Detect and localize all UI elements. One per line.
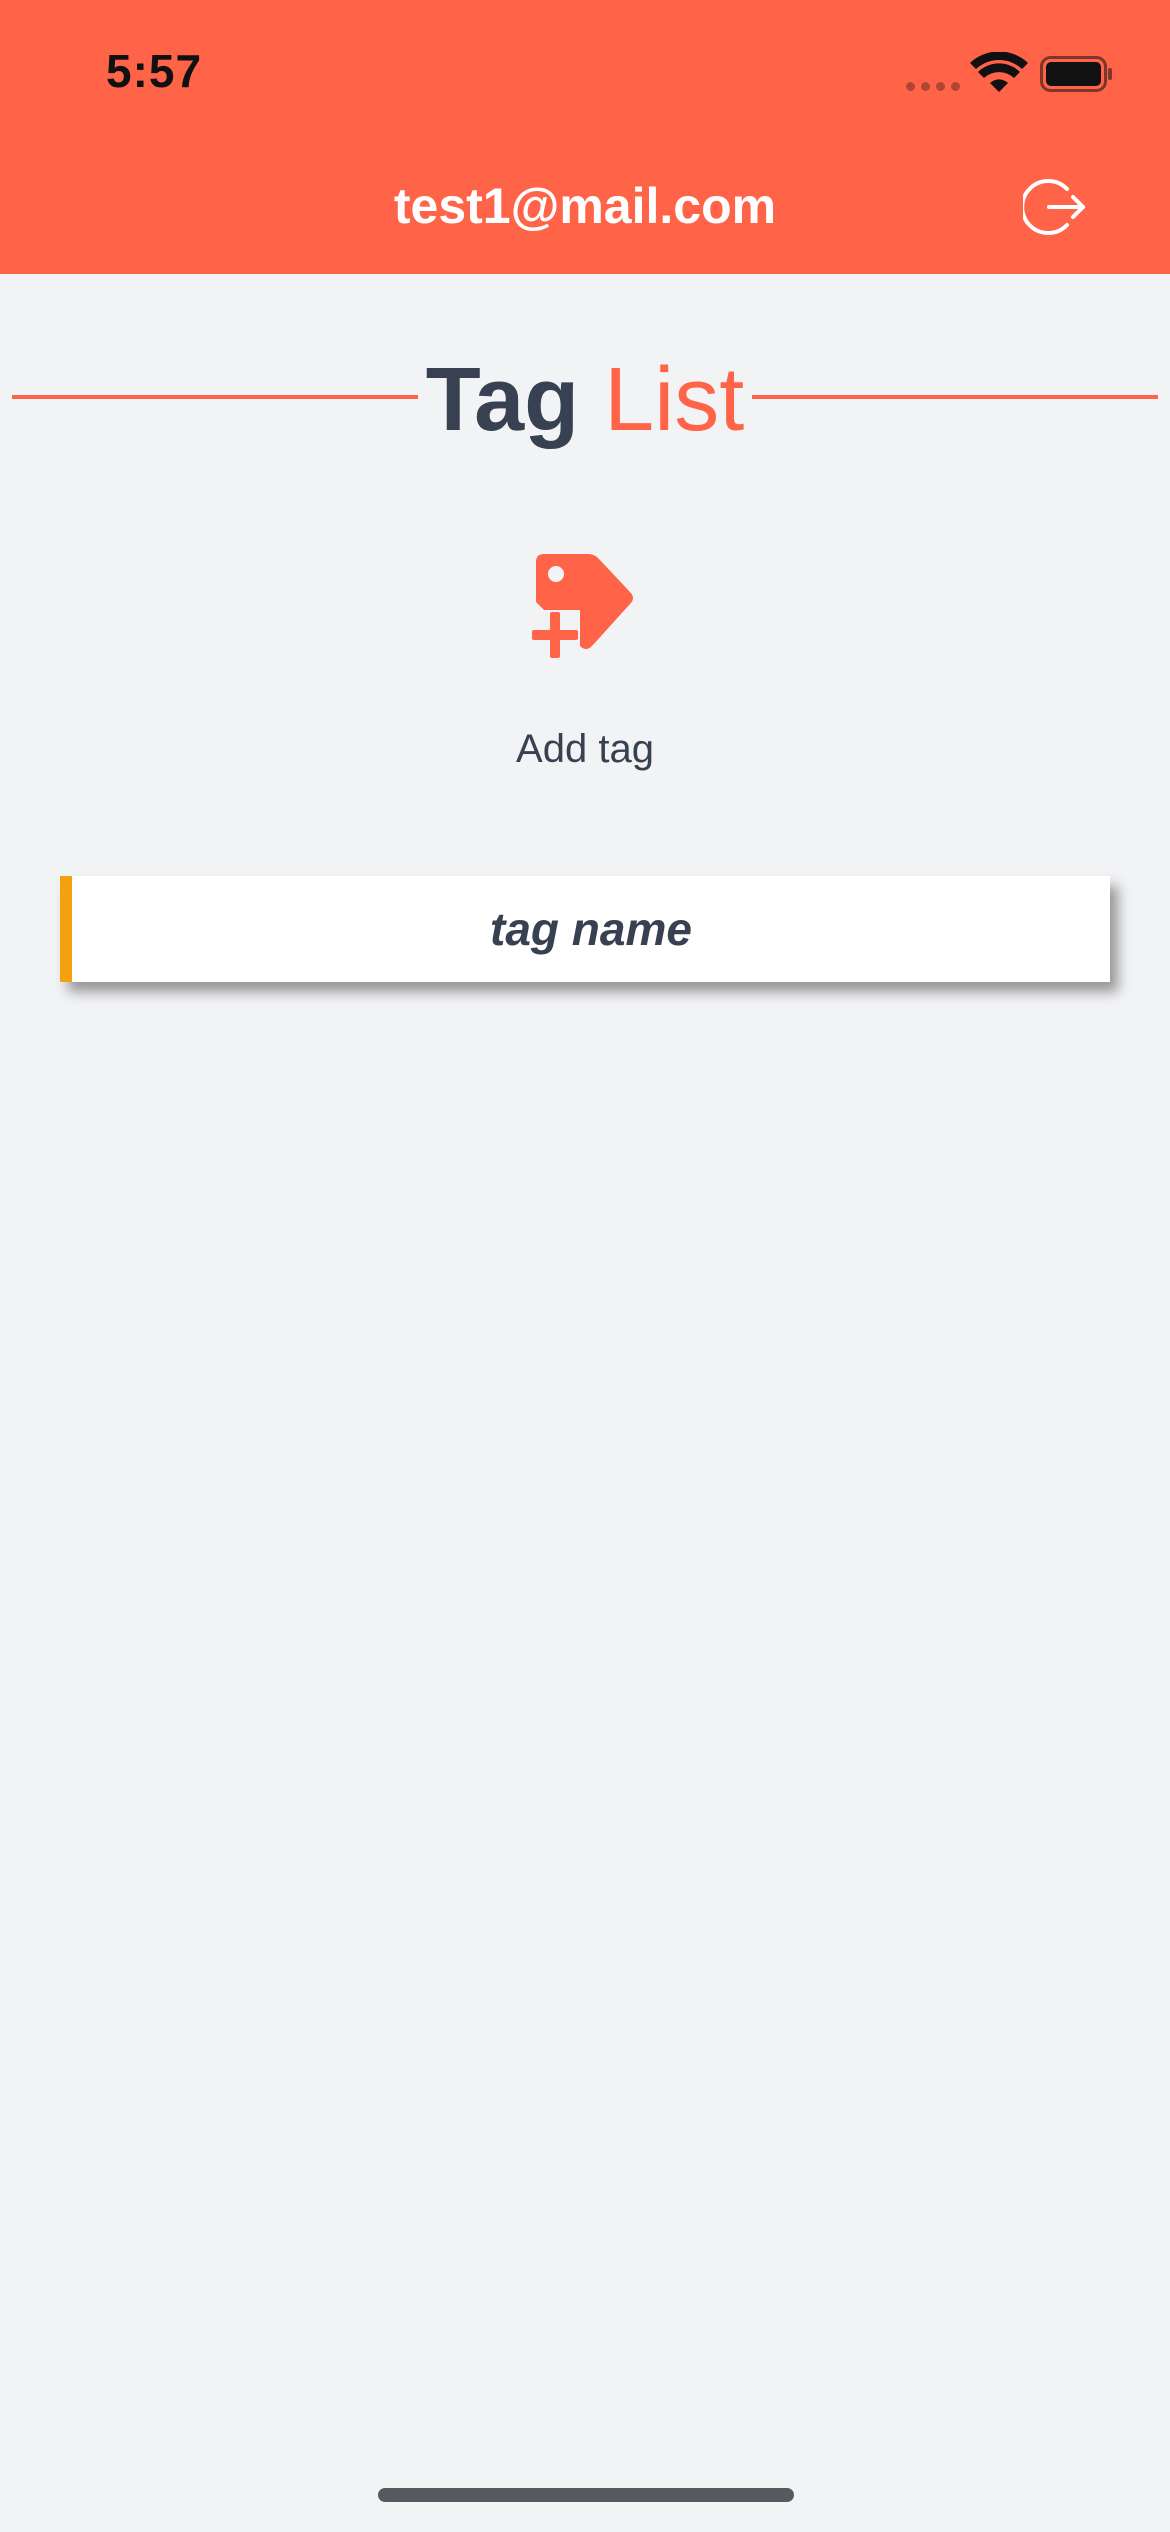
add-tag-label: Add tag xyxy=(516,727,654,771)
tag-list-screen: 5:57 test1@mail.com Tag List Add tag tag… xyxy=(0,0,1170,2532)
tag-plus-icon xyxy=(530,554,633,662)
user-email: test1@mail.com xyxy=(393,178,777,234)
home-indicator[interactable] xyxy=(378,2488,794,2502)
tag-name-label: tag name xyxy=(490,903,692,955)
wifi-icon xyxy=(970,52,1028,92)
page-title: Tag List xyxy=(0,350,1170,450)
add-tag-button[interactable]: Add tag xyxy=(435,548,735,788)
status-time: 5:57 xyxy=(106,45,203,97)
logout-icon xyxy=(1023,179,1085,235)
page-title-text: Tag List xyxy=(418,350,752,450)
title-divider-right xyxy=(752,395,1158,399)
logout-button[interactable] xyxy=(1020,172,1090,242)
battery-icon xyxy=(1040,56,1112,92)
title-strong: Tag xyxy=(425,350,580,450)
list-item[interactable]: tag name xyxy=(60,876,1110,982)
title-light: List xyxy=(604,350,745,450)
app-header: 5:57 test1@mail.com xyxy=(0,0,1170,274)
title-divider-left xyxy=(12,395,418,399)
cellular-signal-icon xyxy=(906,82,960,91)
